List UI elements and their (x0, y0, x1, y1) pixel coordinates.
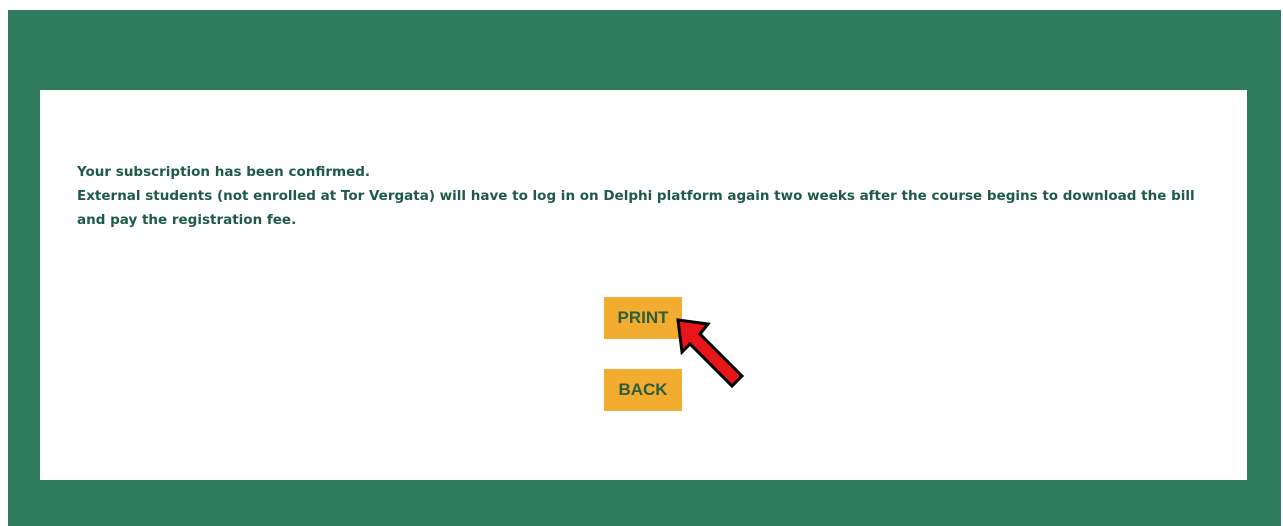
back-button[interactable]: BACK (604, 369, 682, 411)
confirmation-line: Your subscription has been confirmed. (77, 164, 371, 180)
confirmation-message: Your subscription has been confirmed. Ex… (77, 160, 1207, 232)
external-students-note: External students (not enrolled at Tor V… (77, 188, 1195, 228)
print-button[interactable]: PRINT (604, 297, 682, 339)
confirmation-panel: Your subscription has been confirmed. Ex… (40, 90, 1247, 480)
page-frame: Your subscription has been confirmed. Ex… (8, 10, 1281, 526)
red-arrow-icon (676, 318, 745, 389)
